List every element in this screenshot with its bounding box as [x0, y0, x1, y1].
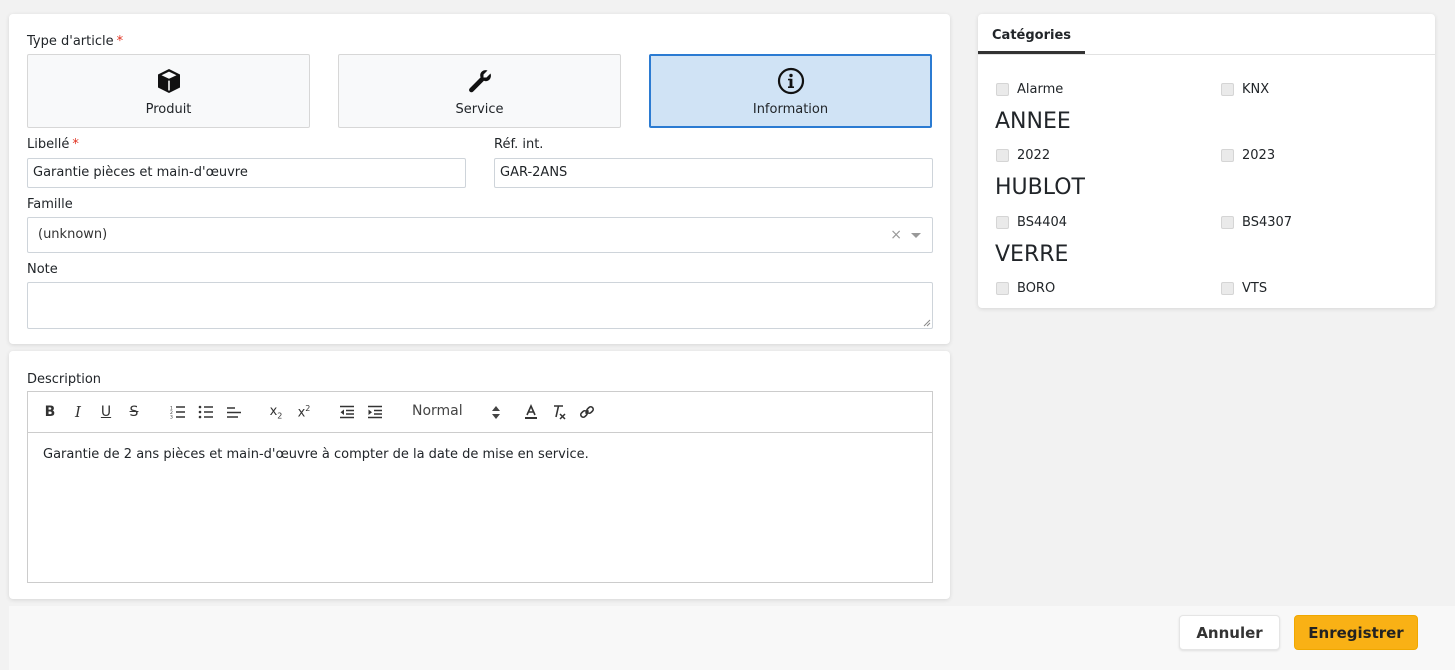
svg-text:3: 3 [170, 415, 173, 420]
superscript-icon[interactable]: x2 [294, 402, 314, 422]
category-label: 2022 [1017, 148, 1051, 163]
category-label: Alarme [1017, 82, 1064, 97]
category-checkbox-2022[interactable]: 2022 [996, 148, 1050, 163]
category-label: VTS [1242, 281, 1268, 296]
strike-icon[interactable]: S [124, 402, 144, 422]
article-form-card: Type d'article * Produit Service Informa… [9, 14, 950, 344]
category-label: BORO [1017, 281, 1056, 296]
category-checkbox-knx[interactable]: KNX [1221, 82, 1269, 97]
category-checkbox-2023[interactable]: 2023 [1221, 148, 1275, 163]
type-service-button[interactable]: Service [338, 54, 621, 128]
checkbox[interactable] [996, 83, 1009, 96]
format-select[interactable]: Normal [412, 403, 500, 423]
wrench-icon [465, 66, 495, 96]
type-information-button[interactable]: Information [649, 54, 932, 128]
famille-label: Famille [27, 197, 73, 212]
libelle-input[interactable]: Garantie pièces et main-d'œuvre [27, 158, 466, 188]
description-label: Description [27, 372, 102, 387]
underline-icon[interactable]: U [96, 402, 116, 422]
save-button[interactable]: Enregistrer [1294, 615, 1418, 650]
description-content: Garantie de 2 ans pièces et main-d'œuvre… [43, 447, 589, 462]
checkbox[interactable] [1221, 282, 1234, 295]
description-editor[interactable]: Garantie de 2 ans pièces et main-d'œuvre… [27, 432, 933, 583]
checkbox[interactable] [996, 282, 1009, 295]
famille-value: (unknown) [38, 227, 108, 242]
category-checkbox-bs4404[interactable]: BS4404 [996, 215, 1067, 230]
type-information-label: Information [752, 101, 829, 117]
info-circle-icon [776, 66, 806, 96]
checkbox[interactable] [1221, 216, 1234, 229]
categories-card: Catégories Alarme KNX ANNEE 2022 2023 HU… [978, 14, 1435, 308]
ref-int-label: Réf. int. [494, 137, 544, 152]
group-heading-annee: ANNEE [995, 109, 1071, 134]
editor-toolbar: B I U S 123 x2 x2 Normal [27, 391, 933, 433]
note-label: Note [27, 262, 58, 277]
outdent-icon[interactable] [337, 402, 357, 422]
cancel-button[interactable]: Annuler [1179, 615, 1280, 650]
checkbox[interactable] [1221, 149, 1234, 162]
ordered-list-icon[interactable]: 123 [168, 402, 188, 422]
chevron-down-icon[interactable] [911, 233, 921, 238]
subscript-icon[interactable]: x2 [266, 402, 286, 422]
checkbox[interactable] [1221, 83, 1234, 96]
bullet-list-icon[interactable] [196, 402, 216, 422]
indent-icon[interactable] [365, 402, 385, 422]
note-textarea[interactable] [27, 282, 933, 329]
type-produit-button[interactable]: Produit [27, 54, 310, 128]
tab-divider [978, 54, 1435, 55]
type-produit-label: Produit [145, 101, 192, 117]
category-label: BS4404 [1017, 215, 1068, 230]
link-icon[interactable] [577, 402, 597, 422]
category-label: 2023 [1242, 148, 1276, 163]
category-checkbox-boro[interactable]: BORO [996, 281, 1055, 296]
box-icon [154, 66, 184, 96]
group-heading-hublot: HUBLOT [995, 175, 1085, 200]
checkbox[interactable] [996, 149, 1009, 162]
type-service-label: Service [455, 101, 504, 117]
align-left-icon[interactable] [224, 402, 244, 422]
text-color-icon[interactable] [521, 402, 541, 422]
famille-select[interactable]: (unknown) × [27, 217, 933, 253]
ref-int-input[interactable]: GAR-2ANS [494, 158, 933, 188]
category-checkbox-alarme[interactable]: Alarme [996, 82, 1063, 97]
category-label: KNX [1242, 82, 1270, 97]
category-label: BS4307 [1242, 215, 1293, 230]
checkbox[interactable] [996, 216, 1009, 229]
format-select-value: Normal [412, 403, 463, 419]
tab-categories[interactable]: Catégories [978, 14, 1086, 54]
description-card: Description B I U S 123 x2 x2 Normal Gar… [9, 351, 950, 599]
libelle-label: Libellé * [27, 137, 79, 152]
updown-icon [492, 406, 500, 419]
resize-grip-icon[interactable] [923, 319, 931, 327]
type-label: Type d'article * [27, 34, 124, 49]
italic-icon[interactable]: I [68, 402, 88, 422]
clear-format-icon[interactable] [549, 402, 569, 422]
category-checkbox-bs4307[interactable]: BS4307 [1221, 215, 1292, 230]
category-checkbox-vts[interactable]: VTS [1221, 281, 1267, 296]
clear-icon[interactable]: × [890, 227, 902, 243]
bold-icon[interactable]: B [40, 402, 60, 422]
group-heading-verre: VERRE [995, 242, 1069, 267]
